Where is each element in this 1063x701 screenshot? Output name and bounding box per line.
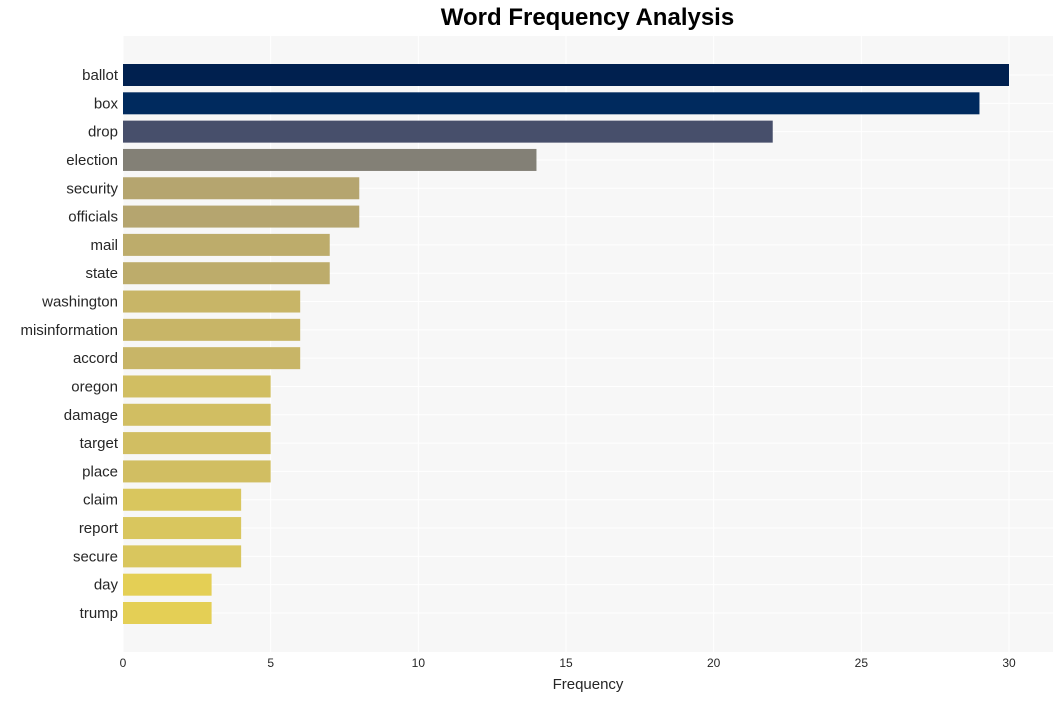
bar-security	[123, 177, 360, 200]
x-tick-label: 5	[267, 656, 274, 670]
x-axis-label: Frequency	[553, 676, 624, 693]
bar-oregon	[123, 375, 271, 398]
y-tick-label: damage	[64, 407, 118, 424]
bar-state	[123, 262, 330, 285]
bar-drop	[123, 120, 773, 143]
y-tick-label: election	[66, 152, 118, 169]
bar-damage	[123, 403, 271, 426]
y-tick-label: trump	[80, 605, 118, 622]
bar-secure	[123, 545, 242, 568]
y-tick-label: misinformation	[20, 322, 118, 339]
bar-day	[123, 573, 212, 596]
y-tick-label: officials	[68, 209, 118, 226]
bar-claim	[123, 488, 242, 511]
bar-election	[123, 148, 537, 171]
y-tick-label: accord	[73, 350, 118, 367]
bar-place	[123, 460, 271, 483]
bar-chart: ballot box drop election security officials ma…	[20, 36, 1053, 693]
y-tick-label: state	[85, 265, 118, 282]
y-tick-label: secure	[73, 548, 118, 565]
y-tick-label: washington	[41, 294, 118, 311]
y-tick-label: box	[94, 95, 119, 112]
y-tick-label: drop	[88, 124, 118, 141]
y-tick-label: place	[82, 463, 118, 480]
x-tick-label: 25	[855, 656, 869, 670]
bar-trump	[123, 602, 212, 624]
y-tick-label: mail	[90, 237, 118, 254]
bar-target	[123, 432, 271, 455]
bar-ballot	[123, 64, 1009, 86]
y-tick-label: security	[66, 180, 118, 197]
y-tick-label: report	[79, 520, 119, 537]
y-tick-label: claim	[83, 492, 118, 509]
x-tick-label: 20	[707, 656, 721, 670]
y-tick-label: day	[94, 577, 119, 594]
bar-box	[123, 92, 980, 115]
y-tick-label: oregon	[71, 378, 118, 395]
bar-officials	[123, 205, 360, 228]
bar-misinformation	[123, 318, 301, 341]
y-tick-label: ballot	[82, 67, 119, 84]
x-tick-label: 0	[120, 656, 127, 670]
bar-washington	[123, 290, 301, 313]
x-tick-label: 15	[559, 656, 573, 670]
x-tick-label: 30	[1002, 656, 1016, 670]
y-tick-label: target	[80, 435, 119, 452]
bar-accord	[123, 347, 301, 370]
x-tick-label: 10	[412, 656, 426, 670]
bar-report	[123, 517, 242, 540]
bar-mail	[123, 233, 330, 256]
